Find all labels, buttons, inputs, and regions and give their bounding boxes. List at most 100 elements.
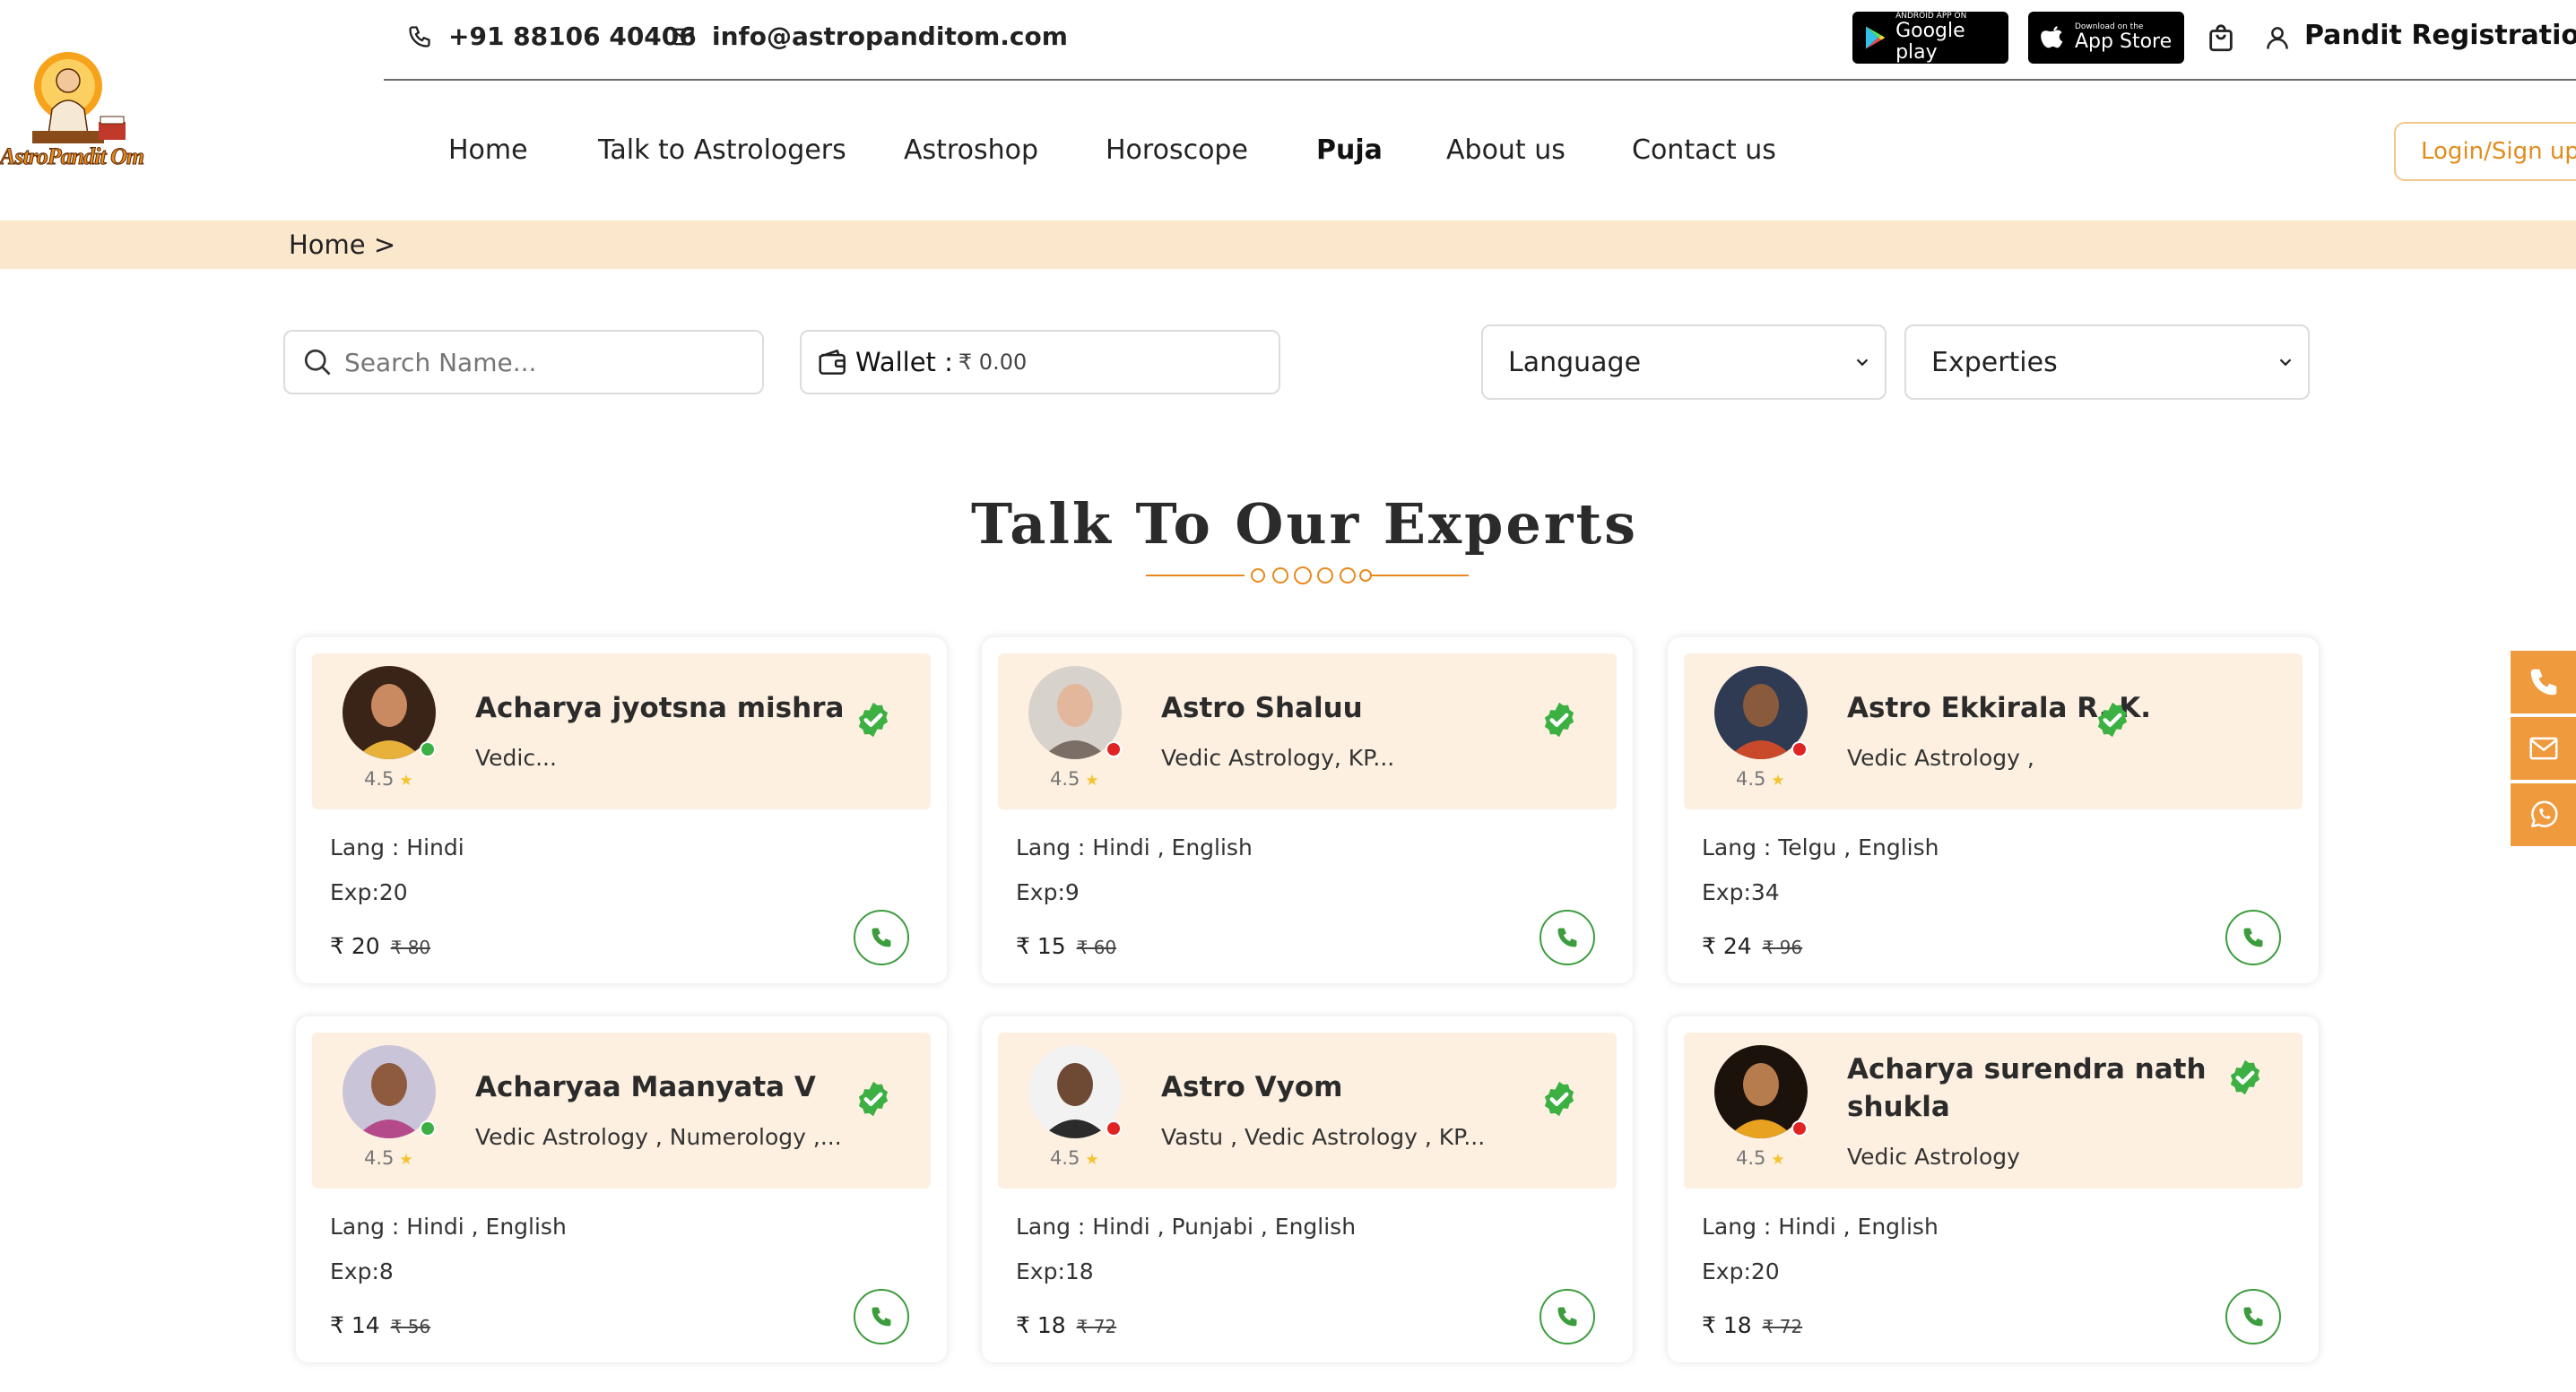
current-price: ₹ 18 [1016,1312,1066,1338]
top-contact-bar: +91 88106 40406 info@astropanditom.com [384,0,2576,81]
astrologer-name[interactable]: Astro Ekkirala R. K. [1847,689,2224,727]
search-box[interactable] [283,330,764,394]
astrologer-experience: Exp:8 [330,1258,394,1284]
call-button[interactable] [1540,910,1595,965]
astrologer-price: ₹ 14 ₹ 56 [330,1312,430,1338]
float-mail-button[interactable] [2511,717,2576,780]
float-call-button[interactable] [2511,651,2576,713]
rating: 4.5 ★ [1050,1147,1099,1169]
star-icon: ★ [399,1151,413,1169]
astrologer-card[interactable]: 4.5 ★ Astro Shaluu Vedic Astrology, KP...… [982,637,1633,983]
current-price: ₹ 20 [330,933,380,959]
user-icon [2267,27,2288,49]
nav-talk-to-astrologers[interactable]: Talk to Astrologers [598,134,846,166]
astrologer-skills: Vedic Astrology, KP... [1161,745,1395,771]
google-play-button[interactable]: ANDROID APP ON Google play [1852,12,2008,64]
google-play-big: Google play [1895,20,1965,64]
phone-number: +91 88106 40406 [448,22,697,51]
current-price: ₹ 15 [1016,933,1066,959]
astrologer-card[interactable]: 4.5 ★ Astro Ekkirala R. K. Vedic Astrolog… [1668,637,2319,983]
verified-badge-icon [2230,1059,2260,1095]
call-button[interactable] [2225,910,2281,965]
phone-icon [1557,1307,1577,1327]
phone-icon [872,1307,891,1327]
app-store-big: App Store [2075,30,2173,53]
original-price: ₹ 96 [1762,937,1803,958]
ornament-divider-icon [1146,566,1469,584]
online-status-dot [1106,1120,1122,1137]
section-title: Talk To Our Experts [971,491,1638,557]
call-button[interactable] [2225,1289,2281,1344]
online-status-dot [420,741,436,757]
phone-icon [2243,1307,2263,1327]
login-signup-button[interactable]: Login/Sign up [2394,122,2576,181]
astrologer-languages: Lang : Hindi , English [330,1214,567,1240]
float-whatsapp-button[interactable] [2511,783,2576,846]
astrologer-card-header: 4.5 ★ Astro Ekkirala R. K. Vedic Astrolog… [1684,653,2303,809]
search-input[interactable] [344,347,739,377]
mail-icon [672,28,694,45]
current-price: ₹ 14 [330,1312,380,1338]
astrologer-card[interactable]: 4.5 ★ Acharya jyotsna mishra Vedic... Lan… [296,637,947,983]
whatsapp-icon [2530,800,2558,827]
astrologer-price: ₹ 18 ₹ 72 [1016,1312,1116,1338]
astrologer-card[interactable]: 4.5 ★ Acharya surendra nath shukla Vedic … [1668,1016,2319,1362]
call-button[interactable] [854,910,909,965]
wallet-box: Wallet : ₹ 0.00 [800,330,1280,394]
original-price: ₹ 56 [390,1316,431,1337]
verified-badge-icon [1544,1081,1574,1117]
star-icon: ★ [1085,1151,1099,1169]
original-price: ₹ 80 [390,937,431,958]
nav-horoscope[interactable]: Horoscope [1106,134,1248,166]
astrologer-card[interactable]: 4.5 ★ Astro Vyom Vastu , Vedic Astrology … [982,1016,1633,1362]
astrologer-name[interactable]: Acharya jyotsna mishra [475,689,852,727]
astrologer-experience: Exp:20 [1702,1258,1780,1284]
astrologer-name[interactable]: Acharya surendra nath shukla [1847,1050,2224,1126]
astrologer-experience: Exp:9 [1016,879,1080,905]
nav-home[interactable]: Home [448,134,528,166]
call-button[interactable] [1540,1289,1595,1344]
phone-icon [1557,928,1577,947]
breadcrumb[interactable]: Home > [289,229,395,260]
astrologer-languages: Lang : Telgu , English [1702,834,1939,860]
online-status-dot [1106,741,1122,757]
astrologer-card-header: 4.5 ★ Astro Vyom Vastu , Vedic Astrology … [998,1033,1617,1189]
astrologer-skills: Vedic Astrology , [1847,745,2034,771]
logo-text: AstroPandit Om [0,143,145,170]
astrologer-card-header: 4.5 ★ Acharya jyotsna mishra Vedic... [312,653,931,809]
pandit-registration-link[interactable]: Pandit Registration [2304,20,2576,51]
astrologer-price: ₹ 20 ₹ 80 [330,933,430,959]
astrologer-experience: Exp:18 [1016,1258,1094,1284]
verified-badge-icon [858,702,889,738]
astrologer-skills: Vedic Astrology , Numerology ,... [475,1124,842,1150]
nav-puja[interactable]: Puja [1316,134,1383,166]
mail-icon [2528,737,2558,760]
astrologer-card[interactable]: 4.5 ★ Acharyaa Maanyata V Vedic Astrology… [296,1016,947,1362]
app-store-button[interactable]: Download on the App Store [2028,12,2184,64]
phone-icon [2243,928,2263,947]
language-select[interactable]: Language [1481,324,1886,400]
astrologer-experience: Exp:34 [1702,879,1780,905]
astrologer-name[interactable]: Acharyaa Maanyata V [475,1068,852,1106]
phone-icon [2530,669,2556,696]
nav-astroshop[interactable]: Astroshop [904,134,1038,166]
rating: 4.5 ★ [1050,768,1099,790]
astrologer-price: ₹ 24 ₹ 96 [1702,933,1802,959]
star-icon: ★ [1771,1151,1785,1169]
astrologer-name[interactable]: Astro Vyom [1161,1068,1538,1106]
star-icon: ★ [399,772,413,790]
phone-icon [872,928,891,947]
astrologer-name[interactable]: Astro Shaluu [1161,689,1538,727]
astrologer-card-header: 4.5 ★ Acharyaa Maanyata V Vedic Astrology… [312,1033,931,1189]
astrologer-price: ₹ 18 ₹ 72 [1702,1312,1802,1338]
breadcrumb-bar: Home > [0,220,2576,269]
email-link[interactable]: info@astropanditom.com [671,22,1068,51]
nav-about-us[interactable]: About us [1446,134,1566,166]
nav-contact-us[interactable]: Contact us [1632,134,1776,166]
phone-link[interactable]: +91 88106 40406 [407,22,697,51]
experties-select-value: Experties [1931,346,2058,378]
experties-select[interactable]: Experties [1904,324,2310,400]
call-button[interactable] [854,1289,909,1344]
cart-icon[interactable] [2206,23,2236,54]
astrologer-skills: Vastu , Vedic Astrology , KP... [1161,1124,1486,1150]
